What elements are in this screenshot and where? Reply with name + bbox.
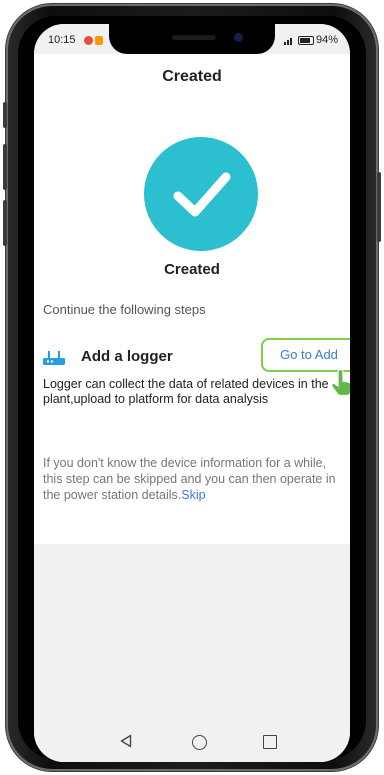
screen: 10:15 94% Created Created Continue the f… <box>34 24 350 762</box>
camera-icon <box>234 33 243 42</box>
page-title: Created <box>162 68 222 85</box>
go-to-add-button[interactable]: Go to Add <box>261 338 350 372</box>
speaker-grille <box>172 35 216 40</box>
notification-icon <box>95 35 103 45</box>
phone-side-button <box>3 144 7 190</box>
phone-side-button <box>377 172 381 242</box>
signal-icon <box>283 37 292 45</box>
skip-notice: If you don't know the device information… <box>43 455 343 503</box>
success-label: Created <box>164 261 220 278</box>
logger-title: Add a logger <box>81 348 173 365</box>
logger-description: Logger can collect the data of related d… <box>43 377 329 406</box>
skip-link[interactable]: Skip <box>181 488 205 502</box>
checkmark-icon <box>173 172 231 217</box>
battery-level: 94% <box>315 34 338 46</box>
steps-header: Continue the following steps <box>43 302 206 317</box>
router-icon <box>43 351 65 365</box>
back-icon[interactable] <box>120 734 132 748</box>
phone-side-button <box>3 200 7 246</box>
status-indicators: 94% <box>283 34 338 46</box>
home-icon[interactable] <box>192 735 207 750</box>
battery-icon <box>297 35 314 45</box>
camera-notch <box>109 24 275 54</box>
notification-icons <box>84 34 103 46</box>
success-badge <box>144 137 258 251</box>
main-content: Created Created Continue the following s… <box>34 54 350 544</box>
notification-icon <box>84 35 93 45</box>
recent-apps-icon[interactable] <box>263 735 277 749</box>
system-nav-bar <box>34 724 350 762</box>
status-time: 10:15 <box>48 34 76 46</box>
phone-side-button <box>3 102 7 128</box>
